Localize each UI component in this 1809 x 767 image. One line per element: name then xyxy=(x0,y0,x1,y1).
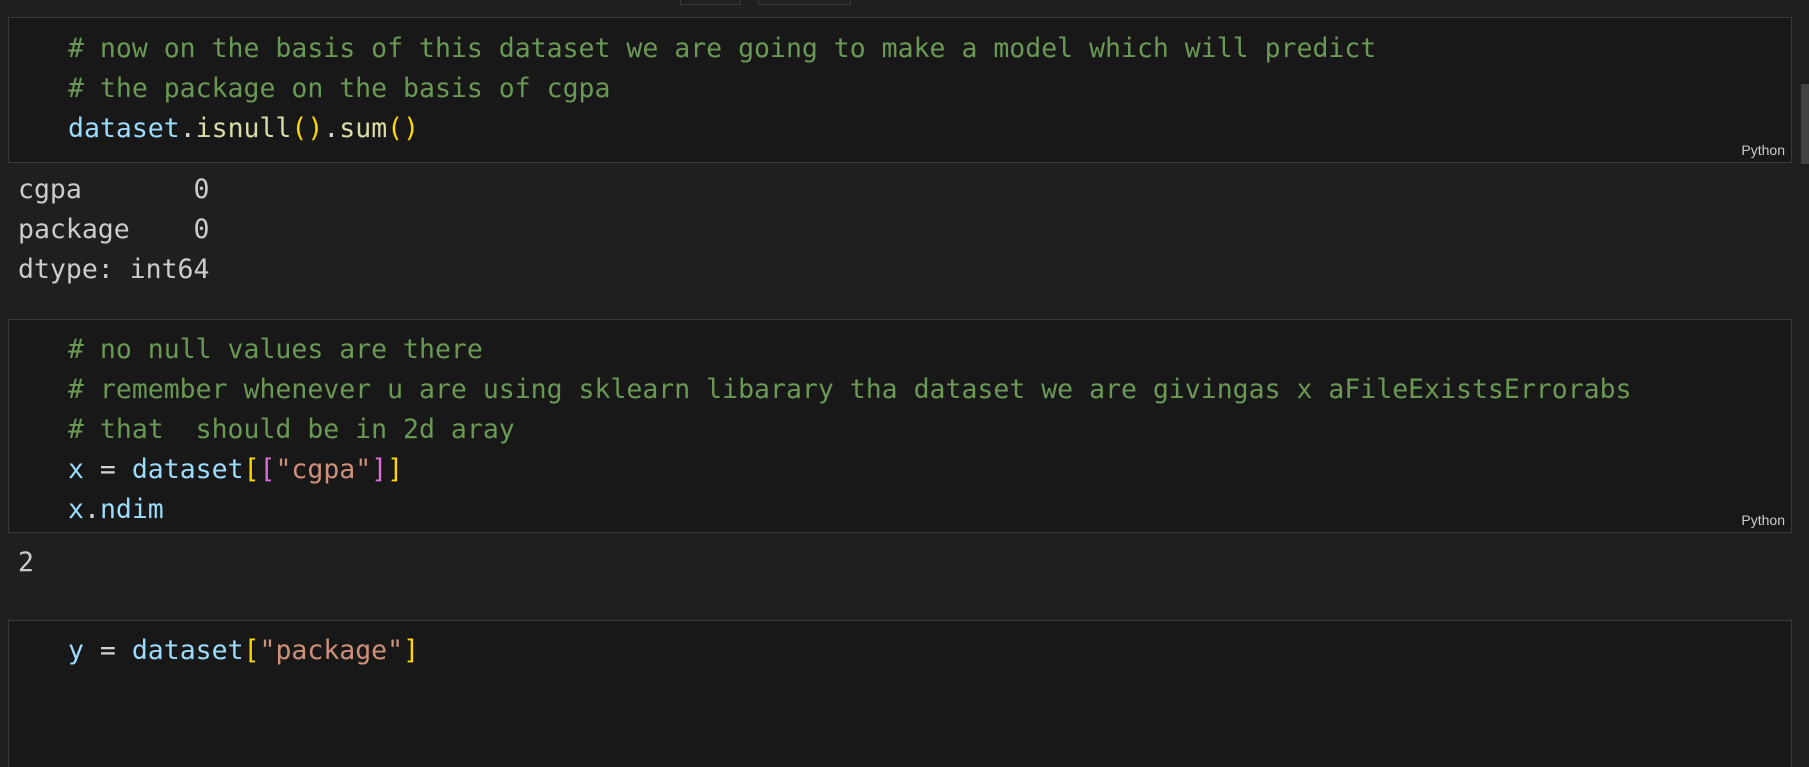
code-token: [ xyxy=(243,635,260,666)
code-editor-1[interactable]: # now on the basis of this dataset we ar… xyxy=(68,29,1781,149)
code-token: = xyxy=(83,454,132,485)
code-token: () xyxy=(291,113,324,144)
code-token: isnull xyxy=(195,113,292,144)
toolbar-button-left[interactable] xyxy=(680,0,741,5)
code-line[interactable]: x = dataset[["cgpa"]] xyxy=(68,450,1781,490)
code-token: ] xyxy=(371,454,388,485)
code-token: ] xyxy=(403,635,420,666)
code-token: sum xyxy=(339,113,388,144)
code-line[interactable]: y = dataset["package"] xyxy=(68,631,1781,671)
code-token: [ xyxy=(259,454,276,485)
vertical-scrollbar[interactable] xyxy=(1799,0,1809,767)
output-line: package 0 xyxy=(18,214,210,245)
code-token: dataset xyxy=(68,113,180,144)
code-line[interactable]: dataset.isnull().sum() xyxy=(68,109,1781,149)
code-line[interactable]: # now on the basis of this dataset we ar… xyxy=(68,29,1781,69)
code-token: # that should be in 2d aray xyxy=(68,414,515,445)
scrollbar-thumb[interactable] xyxy=(1801,84,1809,164)
code-token: . xyxy=(323,113,340,144)
code-token: [ xyxy=(243,454,260,485)
code-token: ndim xyxy=(99,494,164,525)
code-cell-2[interactable]: # no null values are there # remember whe… xyxy=(8,319,1792,533)
code-token: . xyxy=(83,494,100,525)
code-line[interactable]: # no null values are there xyxy=(68,330,1781,370)
cell-language-label[interactable]: Python xyxy=(1741,512,1785,528)
code-token: # remember whenever u are using sklearn … xyxy=(68,374,1632,405)
code-token: "package" xyxy=(259,635,404,666)
notebook-editor: # now on the basis of this dataset we ar… xyxy=(0,0,1809,767)
cell-output-1: cgpa 0 package 0 dtype: int64 xyxy=(18,170,209,290)
code-editor-3[interactable]: y = dataset["package"] xyxy=(68,631,1781,671)
output-line: 2 xyxy=(18,547,34,578)
code-line[interactable]: # that should be in 2d aray xyxy=(68,410,1781,450)
cell-output-2: 2 xyxy=(18,543,34,583)
output-line: dtype: int64 xyxy=(18,254,210,285)
code-line[interactable]: x.ndim xyxy=(68,490,1781,530)
code-token: = xyxy=(83,635,132,666)
code-editor-2[interactable]: # no null values are there # remember whe… xyxy=(68,330,1781,530)
code-token: x xyxy=(68,494,84,525)
code-token: ] xyxy=(387,454,404,485)
code-token: dataset xyxy=(131,635,244,666)
code-line[interactable]: # the package on the basis of cgpa xyxy=(68,69,1781,109)
code-token: dataset xyxy=(131,454,244,485)
code-token: x xyxy=(68,454,84,485)
output-line: cgpa 0 xyxy=(18,174,210,205)
code-token: # now on the basis of this dataset we ar… xyxy=(68,33,1377,64)
code-token: () xyxy=(387,113,420,144)
toolbar-button-right[interactable] xyxy=(758,0,851,5)
code-token: y xyxy=(68,635,84,666)
code-token: "cgpa" xyxy=(275,454,372,485)
code-line[interactable]: # remember whenever u are using sklearn … xyxy=(68,370,1781,410)
code-cell-1[interactable]: # now on the basis of this dataset we ar… xyxy=(8,17,1792,163)
cell-language-label[interactable]: Python xyxy=(1741,142,1785,158)
code-token: # the package on the basis of cgpa xyxy=(68,73,611,104)
code-token: # no null values are there xyxy=(68,334,483,365)
code-cell-3[interactable]: y = dataset["package"] xyxy=(8,620,1792,767)
code-token: . xyxy=(179,113,196,144)
